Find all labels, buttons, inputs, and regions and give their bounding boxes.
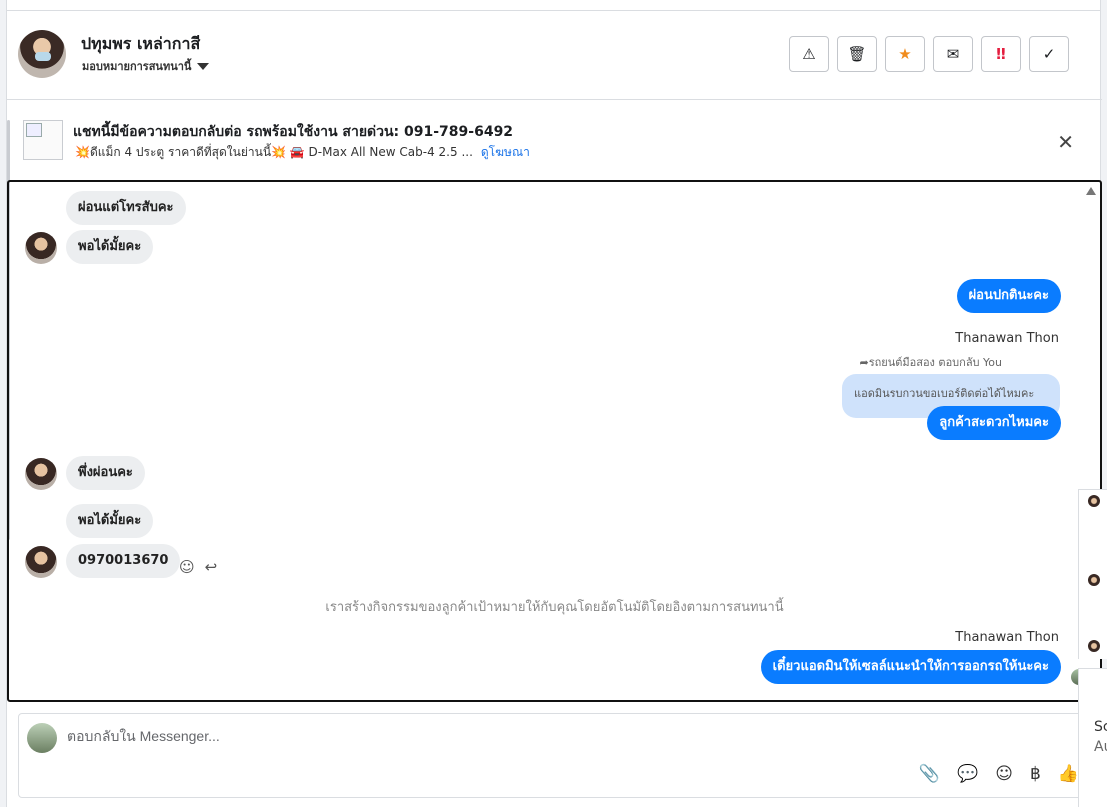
popup-avatar <box>1088 495 1100 507</box>
composer-toolbar: 📎 💬 ☺ ฿ 👍 <box>919 764 1079 784</box>
contact-avatar-small <box>25 546 57 578</box>
side-popup[interactable] <box>1078 489 1107 659</box>
system-notice: เราสร้างกิจกรรมของลูกค้าเป้าหมายให้กับคุ… <box>325 600 784 615</box>
sender-name: Thanawan Thon <box>955 630 1059 645</box>
reply-composer: 📎 💬 ☺ ฿ 👍 <box>18 713 1090 798</box>
assign-dropdown[interactable]: มอบหมายการสนทนานี้ <box>82 57 210 75</box>
page-avatar <box>27 723 57 753</box>
assign-label: มอบหมายการสนทนานี้ <box>82 60 192 73</box>
ad-subtitle-row: 💥ดีแม็ก 4 ประตู ราคาดีที่สุดในย่านนี้💥 🚘… <box>75 143 530 162</box>
reply-arrow-icon: ➦ <box>859 356 869 369</box>
saved-replies-icon[interactable]: 💬 <box>957 764 978 784</box>
ad-subtitle: 💥ดีแม็ก 4 ประตู ราคาดีที่สุดในย่านนี้💥 🚘… <box>75 145 473 159</box>
scroll-up-arrow[interactable] <box>1086 187 1096 195</box>
incoming-message: พอได้มั้ยคะ <box>66 230 154 264</box>
incoming-message: ผ่อนแต่โทรสับคะ <box>66 191 186 225</box>
incoming-message: พอได้มั้ยคะ <box>66 504 154 538</box>
attachment-icon[interactable]: 📎 <box>919 764 940 784</box>
star-button[interactable]: ★ <box>885 36 925 72</box>
emoji-icon[interactable]: ☺ <box>995 764 1013 784</box>
outgoing-message: เดี๋ยวแอดมินให้เซลล์แนะนำให้การออกรถให้น… <box>760 650 1061 684</box>
contact-avatar-small <box>25 458 57 490</box>
contact-avatar[interactable] <box>18 30 66 78</box>
message-list[interactable]: ผ่อนแต่โทรสับคะ พอได้มั้ยคะ ผ่อนปกตินะคะ… <box>7 180 1102 702</box>
outgoing-message: ผ่อนปกตินะคะ <box>956 279 1061 313</box>
reply-icon[interactable]: ↩ <box>205 558 218 576</box>
reply-input[interactable] <box>67 728 967 744</box>
warning-button[interactable]: ⚠ <box>789 36 829 72</box>
incoming-message: พึ่งผ่อนคะ <box>66 456 145 490</box>
important-icon: ‼ <box>996 45 1006 63</box>
done-button[interactable]: ✓ <box>1029 36 1069 72</box>
like-icon[interactable]: 👍 <box>1058 764 1079 784</box>
ad-title: แชทนี้มีข้อความตอบกลับต่อ รถพร้อมใช้งาน … <box>73 124 514 140</box>
envelope-open-icon: ✉ <box>946 45 960 63</box>
popup-avatar <box>1088 574 1100 586</box>
delete-button[interactable]: 🗑 <box>837 36 877 72</box>
ad-thumbnail <box>23 120 63 160</box>
side-popup[interactable]: Sc Au <box>1078 668 1107 807</box>
contact-avatar-small <box>25 232 57 264</box>
sender-name: Thanawan Thon <box>955 331 1059 346</box>
popup-avatar <box>1088 640 1100 652</box>
reply-meta: ➦รถยนต์มือสอง ตอบกลับ You <box>859 353 1002 371</box>
popup-title: Sc <box>1094 719 1107 735</box>
emoji-react-icon[interactable]: ☺ <box>179 558 195 576</box>
contact-name[interactable]: ปทุมพร เหล่ากาสี <box>81 32 200 57</box>
check-icon: ✓ <box>1042 45 1056 63</box>
message-actions: ☺ ↩ <box>179 558 217 576</box>
header-actions: ⚠ 🗑 ★ ✉ ‼ ✓ <box>789 36 1069 72</box>
reply-meta-text: รถยนต์มือสอง ตอบกลับ You <box>868 356 1002 369</box>
chevron-down-icon <box>197 62 210 70</box>
incoming-message: 0970013670 <box>66 544 181 578</box>
view-ad-link[interactable]: ดูโฆษณา <box>481 143 530 162</box>
trash-icon: 🗑 <box>847 45 867 63</box>
star-icon: ★ <box>898 45 912 63</box>
popup-subtitle: Au <box>1094 739 1107 755</box>
important-button[interactable]: ‼ <box>981 36 1021 72</box>
ad-banner: แชทนี้มีข้อความตอบกลับต่อ รถพร้อมใช้งาน … <box>7 100 1102 178</box>
conversation-panel: ปทุมพร เหล่ากาสี มอบหมายการสนทนานี้ ⚠ 🗑 … <box>6 0 1102 807</box>
conversation-header: ปทุมพร เหล่ากาสี มอบหมายการสนทนานี้ ⚠ 🗑 … <box>7 11 1102 100</box>
warning-icon: ⚠ <box>802 45 816 63</box>
mark-unread-button[interactable]: ✉ <box>933 36 973 72</box>
payment-icon[interactable]: ฿ <box>1030 764 1041 784</box>
close-icon[interactable]: ✕ <box>1057 130 1074 154</box>
outgoing-message: ลูกค้าสะดวกไหมคะ <box>927 406 1061 440</box>
